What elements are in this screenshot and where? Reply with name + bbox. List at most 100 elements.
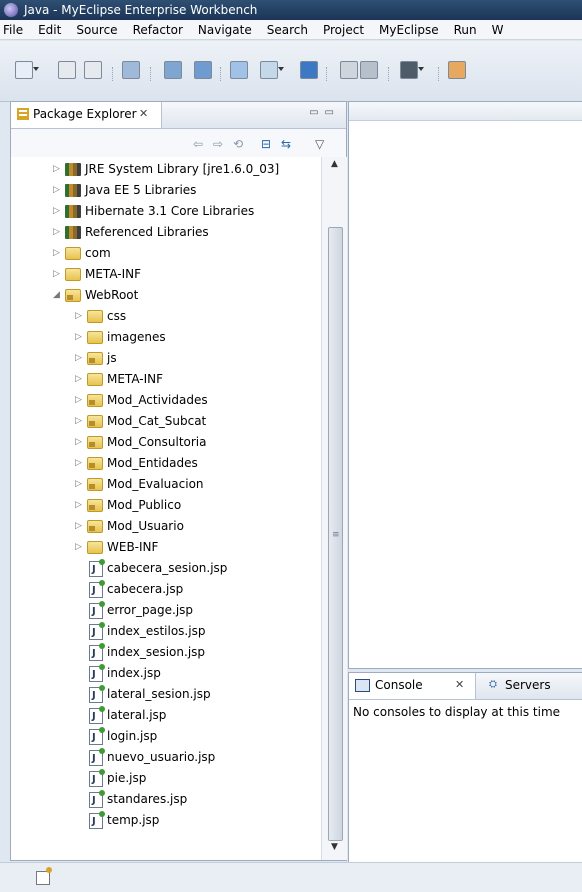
fast-view-icon[interactable] <box>36 871 50 885</box>
library-icon <box>65 163 81 176</box>
title-bar: Java - MyEclipse Enterprise Workbench <box>0 0 582 20</box>
tree-item-label: js <box>107 351 117 365</box>
refresh-icon[interactable] <box>360 61 378 79</box>
tree-item-label: WebRoot <box>85 288 139 302</box>
chevron-down-icon[interactable] <box>33 67 39 71</box>
toolbar-glyph <box>400 61 418 79</box>
folder-icon <box>87 310 103 323</box>
package-folder-icon <box>87 478 103 491</box>
server-manager-icon[interactable] <box>122 61 140 79</box>
build-icon[interactable] <box>340 61 358 79</box>
menu-refactor[interactable]: Refactor <box>133 23 183 37</box>
tree-item-label: imagenes <box>107 330 166 344</box>
folder-icon <box>65 268 81 281</box>
package-folder-icon <box>87 394 103 407</box>
collapsed-twistie-icon[interactable]: ▷ <box>53 201 63 222</box>
collapsed-twistie-icon[interactable]: ▷ <box>75 432 85 453</box>
open-browser-icon[interactable] <box>300 61 318 79</box>
toolbar-glyph <box>164 61 182 79</box>
collapsed-twistie-icon[interactable]: ▷ <box>53 180 63 201</box>
back-icon[interactable]: ⇦ <box>193 137 203 151</box>
menu-w[interactable]: W <box>492 23 504 37</box>
console-tabbar: Console ✕ ⛭ Servers <box>349 673 582 700</box>
toolbar-glyph <box>230 61 248 79</box>
new-jsp-icon[interactable] <box>260 61 284 79</box>
menu-project[interactable]: Project <box>323 23 364 37</box>
collapsed-twistie-icon[interactable]: ▷ <box>75 306 85 327</box>
toolbar-separator <box>326 67 328 81</box>
collapsed-twistie-icon[interactable]: ▷ <box>75 474 85 495</box>
chevron-down-icon[interactable] <box>418 67 424 71</box>
link-with-editor-icon[interactable]: ⇆ <box>281 137 291 151</box>
console-message: No consoles to display at this time <box>353 705 561 719</box>
tree-item-label: Hibernate 3.1 Core Libraries <box>85 204 255 218</box>
collapsed-twistie-icon[interactable]: ▷ <box>75 390 85 411</box>
collapsed-twistie-icon[interactable]: ▷ <box>53 243 63 264</box>
plugin-icon[interactable] <box>448 61 466 79</box>
collapsed-twistie-icon[interactable]: ▷ <box>75 516 85 537</box>
collapsed-twistie-icon[interactable]: ▷ <box>53 222 63 243</box>
toolbar-glyph <box>122 61 140 79</box>
scroll-grip-icon: ≡ <box>332 530 340 540</box>
menu-run[interactable]: Run <box>454 23 477 37</box>
run-server-icon[interactable] <box>194 61 212 79</box>
servers-icon: ⛭ <box>489 679 497 690</box>
print-icon[interactable] <box>84 61 102 79</box>
tab-console-label: Console <box>375 678 423 692</box>
new-wizard-icon[interactable] <box>15 61 39 79</box>
tree-item-label: index_sesion.jsp <box>107 645 206 659</box>
collapsed-twistie-icon[interactable]: ▷ <box>75 495 85 516</box>
close-icon[interactable]: ✕ <box>139 107 148 120</box>
tree-item-label: Mod_Actividades <box>107 393 208 407</box>
tree-item-label: cabecera_sesion.jsp <box>107 561 228 575</box>
tree-item-label: login.jsp <box>107 729 158 743</box>
deploy-project-icon[interactable] <box>164 61 182 79</box>
menu-navigate[interactable]: Navigate <box>198 23 252 37</box>
package-folder-icon <box>65 289 81 302</box>
jsp-file-icon <box>89 727 105 748</box>
tab-console[interactable]: Console ✕ <box>349 673 476 699</box>
tree-scrollbar[interactable]: ▲ ≡ ▼ <box>321 157 347 860</box>
expanded-twistie-icon[interactable]: ◢ <box>53 285 63 306</box>
toolbar-glyph <box>340 61 358 79</box>
up-icon[interactable]: ⟲ <box>233 137 243 151</box>
save-icon[interactable] <box>58 61 76 79</box>
image-editor-icon[interactable] <box>400 61 424 79</box>
tree-item-label: META-INF <box>85 267 142 281</box>
new-web-project-icon[interactable] <box>230 61 248 79</box>
view-minimize-maximize[interactable]: ▭▭ <box>309 107 340 118</box>
toolbar-glyph <box>84 61 102 79</box>
collapsed-twistie-icon[interactable]: ▷ <box>53 159 63 180</box>
window-title: Java - MyEclipse Enterprise Workbench <box>24 3 258 17</box>
menu-source[interactable]: Source <box>76 23 117 37</box>
jsp-file-icon <box>89 748 105 769</box>
tree-item-label: Mod_Consultoria <box>107 435 207 449</box>
chevron-down-icon[interactable] <box>278 67 284 71</box>
collapsed-twistie-icon[interactable]: ▷ <box>75 411 85 432</box>
collapse-all-icon[interactable]: ⊟ <box>261 137 271 151</box>
view-menu-icon[interactable]: ▽ <box>315 137 324 151</box>
forward-icon[interactable]: ⇨ <box>213 137 223 151</box>
tree-item-label: Mod_Cat_Subcat <box>107 414 207 428</box>
menu-edit[interactable]: Edit <box>38 23 61 37</box>
close-icon[interactable]: ✕ <box>455 678 464 691</box>
scroll-up-icon[interactable]: ▲ <box>322 159 347 175</box>
collapsed-twistie-icon[interactable]: ▷ <box>75 348 85 369</box>
menu-myeclipse[interactable]: MyEclipse <box>379 23 439 37</box>
tree-item-label: Mod_Entidades <box>107 456 198 470</box>
package-folder-icon <box>87 352 103 365</box>
collapsed-twistie-icon[interactable]: ▷ <box>75 369 85 390</box>
tree-item-label: lateral_sesion.jsp <box>107 687 211 701</box>
menu-file[interactable]: File <box>3 23 23 37</box>
collapsed-twistie-icon[interactable]: ▷ <box>75 327 85 348</box>
tab-package-explorer[interactable]: Package Explorer ✕ <box>11 102 162 128</box>
menu-search[interactable]: Search <box>267 23 308 37</box>
collapsed-twistie-icon[interactable]: ▷ <box>53 264 63 285</box>
collapsed-twistie-icon[interactable]: ▷ <box>75 453 85 474</box>
folder-icon <box>87 373 103 386</box>
toolbar-separator <box>438 67 440 81</box>
scroll-down-icon[interactable]: ▼ <box>322 842 347 858</box>
collapsed-twistie-icon[interactable]: ▷ <box>75 537 85 558</box>
jsp-file-icon <box>89 664 105 685</box>
jsp-file-icon <box>89 580 105 601</box>
